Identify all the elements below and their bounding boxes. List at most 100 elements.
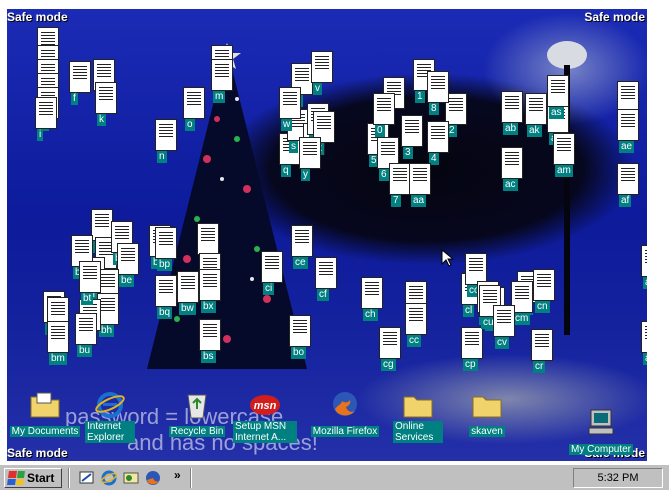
firefox-quicklaunch-icon[interactable] (144, 469, 162, 487)
text-document-icon (405, 303, 427, 335)
document-icon-label: cc (407, 335, 421, 347)
text-document-icon (617, 163, 639, 195)
document-icon-label: n (157, 151, 167, 163)
text-document-icon (211, 59, 233, 91)
document-icon-label: ag (643, 277, 647, 289)
document-icon-label: bq (157, 307, 173, 319)
text-document-icon (199, 269, 221, 301)
text-document-icon (501, 91, 523, 123)
document-icon-label: be (119, 275, 135, 287)
document-icon-label: cv (495, 337, 509, 349)
internet-explorer-quicklaunch-icon[interactable] (100, 469, 118, 487)
text-document-icon (117, 243, 139, 275)
msn-butterfly-icon: msn (249, 389, 281, 419)
text-document-icon (69, 61, 91, 93)
document-icon-label: bx (201, 301, 216, 313)
text-document-icon (47, 321, 69, 353)
document-icon-label: ch (363, 309, 378, 321)
text-document-icon (427, 71, 449, 103)
desktop-icon-label: Mozilla Firefox (310, 426, 380, 437)
desktop[interactable]: Safe mode Safe mode Safe mode Safe mode … (7, 9, 647, 461)
start-label: Start (27, 471, 55, 485)
recycle-bin-icon (181, 389, 213, 419)
text-document-icon (315, 257, 337, 289)
system-tray-clock[interactable]: 5:32 PM (573, 468, 663, 488)
text-document-icon (501, 147, 523, 179)
quicklaunch-more-chevron[interactable]: » (174, 468, 181, 482)
desktop-icon-label: skaven (469, 426, 505, 437)
document-icon-label: 7 (391, 195, 401, 207)
text-document-icon (261, 251, 283, 283)
document-icon-label: bm (49, 353, 67, 365)
document-icon-label: cl (463, 305, 475, 317)
safe-mode-label-top-left: Safe mode (7, 10, 68, 24)
document-icon-label: cr (533, 361, 546, 373)
text-document-icon (427, 121, 449, 153)
taskbar-separator (68, 468, 70, 488)
document-icon-label: ak (527, 125, 542, 137)
text-document-icon (155, 227, 177, 259)
desktop-icon-label: Internet Explorer (85, 421, 135, 443)
document-icon-label: q (281, 165, 291, 177)
text-document-icon (409, 163, 431, 195)
document-icon-label: 3 (403, 147, 413, 159)
document-icon-label: o (185, 119, 195, 131)
text-document-icon (525, 93, 547, 125)
document-icon-label: 0 (375, 125, 385, 137)
text-document-icon (199, 319, 221, 351)
text-document-icon (531, 329, 553, 361)
text-document-icon (79, 261, 101, 293)
my-computer-icon-item[interactable]: My Computer (559, 407, 643, 457)
document-icon-label: cg (381, 359, 396, 371)
document-icon-label: bu (77, 345, 93, 357)
text-document-icon (197, 223, 219, 255)
document-icon-label: cf (317, 289, 329, 301)
document-icon-label: w (281, 119, 293, 131)
text-document-icon (389, 163, 411, 195)
desktop-icon-label: My Computer (568, 444, 633, 455)
text-document-icon (617, 109, 639, 141)
document-icon-label: am (555, 165, 573, 177)
document-icon-label: ci (263, 283, 275, 295)
my-documents-icon-item[interactable]: My Documents (7, 389, 85, 439)
document-icon-label: v (313, 83, 322, 95)
document-icon-label: ae (619, 141, 635, 153)
document-icon-label: 1 (415, 91, 425, 103)
text-document-icon (183, 87, 205, 119)
mozilla-firefox-icon-item[interactable]: Mozilla Firefox (305, 389, 385, 439)
document-icon-label: i (37, 129, 44, 141)
safe-mode-label-top-right: Safe mode (584, 10, 645, 24)
document-icon-label: bw (179, 303, 196, 315)
safe-mode-label-bottom-left: Safe mode (7, 446, 68, 460)
document-icon-label: s (289, 141, 298, 153)
document-icon-label: cm (513, 313, 531, 325)
document-icon-label: y (301, 169, 310, 181)
text-document-icon (289, 315, 311, 347)
text-document-icon (311, 51, 333, 83)
text-document-icon (95, 82, 117, 114)
text-document-icon (299, 137, 321, 169)
document-icon-label: ac (503, 179, 518, 191)
text-document-icon (291, 225, 313, 257)
text-document-icon (401, 115, 423, 147)
text-document-icon (177, 271, 199, 303)
show-desktop-icon[interactable] (78, 469, 96, 487)
internet-explorer-icon-item[interactable]: Internet Explorer (85, 389, 135, 445)
text-document-icon (35, 97, 57, 129)
online-services-icon-item[interactable]: Online Services (393, 389, 443, 445)
outlook-express-icon[interactable] (122, 469, 140, 487)
skaven-icon-item[interactable]: skaven (457, 389, 517, 439)
clock-time: 5:32 PM (597, 472, 639, 484)
recycle-bin-icon-item[interactable]: Recycle Bin (157, 389, 237, 439)
document-icon-label: aa (411, 195, 427, 207)
computer-icon (585, 407, 617, 437)
document-icon-label: f (71, 93, 78, 105)
text-document-icon (547, 75, 569, 107)
document-icon-label: af (619, 195, 632, 207)
start-button[interactable]: Start (4, 468, 62, 488)
setup-msn-icon-item[interactable]: msn Setup MSN Internet A... (233, 389, 297, 445)
desktop-icon-label: Recycle Bin (168, 426, 226, 437)
document-icon-label: k (97, 114, 106, 126)
desktop-icon-label: Setup MSN Internet A... (233, 421, 297, 443)
text-document-icon (641, 245, 647, 277)
